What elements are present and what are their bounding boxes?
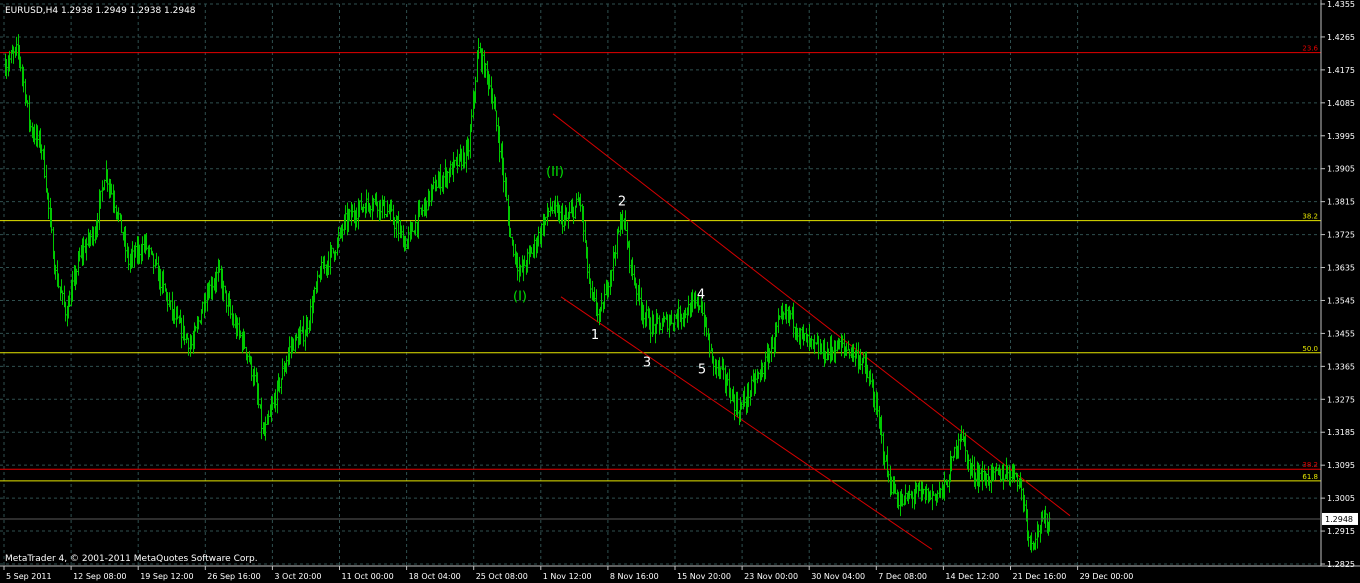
x-tick-label: 19 Sep 12:00 [140, 572, 193, 581]
y-tick-label: 1.3275 [1327, 395, 1355, 404]
y-tick-label: 1.2915 [1327, 527, 1355, 536]
x-tick-label: 18 Oct 04:00 [409, 572, 461, 581]
fib-level-label: 38.2 [1302, 213, 1318, 221]
x-tick-label: 8 Nov 16:00 [610, 572, 659, 581]
y-tick-label: 1.3095 [1327, 461, 1355, 470]
fib-level-label: 61.8 [1302, 473, 1318, 481]
y-tick-label: 1.4355 [1327, 0, 1355, 9]
x-tick-label: 7 Dec 08:00 [878, 572, 927, 581]
y-tick-label: 1.4265 [1327, 33, 1355, 42]
y-tick-label: 1.3365 [1327, 362, 1355, 371]
y-tick-label: 1.2825 [1327, 560, 1355, 569]
y-tick-label: 1.4085 [1327, 99, 1355, 108]
x-tick-label: 15 Nov 20:00 [677, 572, 731, 581]
y-tick-label: 1.3815 [1327, 198, 1355, 207]
x-tick-label: 23 Nov 00:00 [744, 572, 798, 581]
chart-background [0, 0, 1360, 583]
x-tick-label: 29 Dec 00:00 [1080, 572, 1134, 581]
wave-label: 4 [697, 288, 705, 303]
y-tick-label: 1.3455 [1327, 329, 1355, 338]
y-tick-label: 1.3185 [1327, 428, 1355, 437]
wave-label: (II) [546, 165, 564, 180]
current-price-label: 1.2948 [1325, 515, 1353, 524]
y-tick-label: 1.3725 [1327, 231, 1355, 240]
price-chart[interactable]: 23.6 38.2 50.0 38.2 61.8 (I) (II) 1 2 3 4 5 1.4355… [0, 0, 1360, 583]
wave-label: (I) [513, 289, 527, 304]
y-tick-label: 1.3635 [1327, 264, 1355, 273]
x-tick-label: 12 Sep 08:00 [73, 572, 126, 581]
x-tick-label: 11 Oct 00:00 [342, 572, 394, 581]
y-tick-label: 1.3905 [1327, 165, 1355, 174]
x-tick-label: 30 Nov 04:00 [811, 572, 865, 581]
fib-level-label: 38.2 [1302, 461, 1318, 469]
wave-label: 1 [591, 328, 599, 343]
wave-label: 5 [698, 363, 706, 378]
y-tick-label: 1.4175 [1327, 66, 1355, 75]
x-tick-label: 21 Dec 16:00 [1013, 572, 1067, 581]
fib-level-label: 23.6 [1302, 45, 1318, 53]
x-tick-label: 3 Oct 20:00 [274, 572, 321, 581]
x-tick-label: 5 Sep 2011 [6, 572, 52, 581]
x-tick-label: 1 Nov 12:00 [543, 572, 592, 581]
y-tick-label: 1.3995 [1327, 132, 1355, 141]
x-tick-label: 26 Sep 16:00 [207, 572, 260, 581]
wave-label: 2 [618, 194, 626, 209]
y-tick-label: 1.3545 [1327, 296, 1355, 305]
fib-level-label: 50.0 [1302, 345, 1318, 353]
y-tick-label: 1.3005 [1327, 494, 1355, 503]
x-tick-label: 25 Oct 08:00 [476, 572, 528, 581]
wave-label: 3 [643, 355, 651, 370]
x-tick-label: 14 Dec 12:00 [945, 572, 999, 581]
symbol-header: EURUSD,H4 1.2938 1.2949 1.2938 1.2948 [5, 6, 196, 16]
copyright-label: MetaTrader 4, © 2001-2011 MetaQuotes Sof… [5, 554, 258, 564]
